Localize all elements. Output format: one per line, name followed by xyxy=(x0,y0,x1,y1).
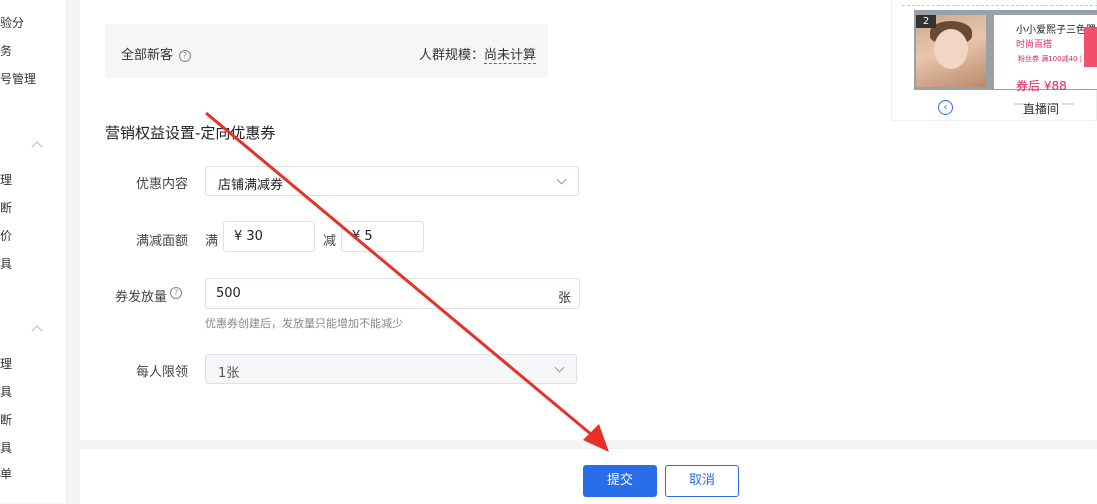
sidebar-item[interactable]: 验分 xyxy=(0,16,24,30)
chevron-left-icon[interactable]: ‹ xyxy=(938,100,953,115)
chevron-down-icon xyxy=(556,174,567,185)
sidebar-item[interactable]: 理 xyxy=(0,173,12,187)
quantity-unit: 张 xyxy=(557,291,571,306)
threshold-minus-text: 减 xyxy=(323,234,337,249)
sidebar-item[interactable]: 理 xyxy=(0,357,12,371)
limit-select-value: 1张 xyxy=(218,366,240,381)
crowd-scale-label: 人群规模： xyxy=(418,48,484,63)
quantity-value: 500 xyxy=(216,286,241,301)
submit-button[interactable]: 提交 xyxy=(583,465,657,497)
threshold-minus-value: ¥ 5 xyxy=(352,229,373,244)
chevron-down-icon xyxy=(554,362,565,373)
cancel-button[interactable]: 取消 xyxy=(665,465,739,497)
chevron-up-icon[interactable] xyxy=(31,325,43,337)
crowd-summary: 全部新客? 人群规模：尚未计算 xyxy=(105,24,548,78)
rank-badge: 2 xyxy=(916,15,936,28)
content-label: 优惠内容 xyxy=(135,177,188,192)
product-tag: 时尚百搭 xyxy=(1016,40,1053,50)
question-icon[interactable]: ? xyxy=(170,287,182,299)
quantity-label: 券发放量 xyxy=(114,290,167,305)
sidebar-item[interactable]: 具 xyxy=(0,385,12,399)
chevron-up-icon[interactable] xyxy=(31,141,43,153)
crowd-scale-value[interactable]: 尚未计算 xyxy=(483,48,536,64)
sidebar-item[interactable]: 断 xyxy=(0,201,12,215)
cart-button[interactable] xyxy=(1084,27,1097,67)
threshold-label: 满减面额 xyxy=(135,234,188,249)
crowd-name: 全部新客 xyxy=(121,48,174,63)
carousel-indicator xyxy=(1014,90,1084,105)
live-room-tab[interactable]: 直播间 xyxy=(1023,100,1059,117)
limit-label: 每人限领 xyxy=(135,365,188,380)
threshold-full-value: ¥ 30 xyxy=(234,229,263,244)
sidebar-item[interactable]: 号管理 xyxy=(0,72,36,86)
sidebar: 验分 务 号管理 理 断 价 具 理 具 断 具 单 xyxy=(0,0,67,503)
sidebar-item[interactable]: 具 xyxy=(0,257,12,271)
sidebar-item[interactable]: 断 xyxy=(0,413,12,427)
threshold-minus-input[interactable]: ¥ 5 xyxy=(341,221,424,252)
threshold-full-text: 满 xyxy=(205,234,219,249)
action-bar: 提交 取消 xyxy=(80,448,1097,504)
divider xyxy=(902,5,1097,6)
product-info: 小小爱熙子三色腮红 时尚百搭 粉丝券 满100减40 | 满50减 券后 ¥88 xyxy=(994,15,1097,93)
section-title: 营销权益设置-定向优惠券 xyxy=(105,124,276,142)
sidebar-item[interactable]: 具 xyxy=(0,441,12,455)
preview-product-card[interactable]: 2 小小爱熙子三色腮红 时尚百搭 粉丝券 满100减40 | 满50减 券后 ¥… xyxy=(914,10,1097,105)
sidebar-item[interactable]: 单 xyxy=(0,467,12,481)
sidebar-item[interactable]: 务 xyxy=(0,44,12,58)
live-preview-panel: 2 小小爱熙子三色腮红 时尚百搭 粉丝券 满100减40 | 满50减 券后 ¥… xyxy=(891,0,1097,121)
question-icon[interactable]: ? xyxy=(179,50,192,62)
threshold-full-input[interactable]: ¥ 30 xyxy=(223,221,315,252)
limit-select[interactable]: 1张 xyxy=(205,354,577,384)
content-select-value: 店铺满减券 xyxy=(218,178,284,193)
sidebar-item[interactable]: 价 xyxy=(0,229,12,243)
quantity-input[interactable]: 500 张 xyxy=(205,278,580,309)
content-select[interactable]: 店铺满减券 xyxy=(205,166,579,196)
quantity-hint: 优惠券创建后，发放量只能增加不能减少 xyxy=(205,317,403,330)
